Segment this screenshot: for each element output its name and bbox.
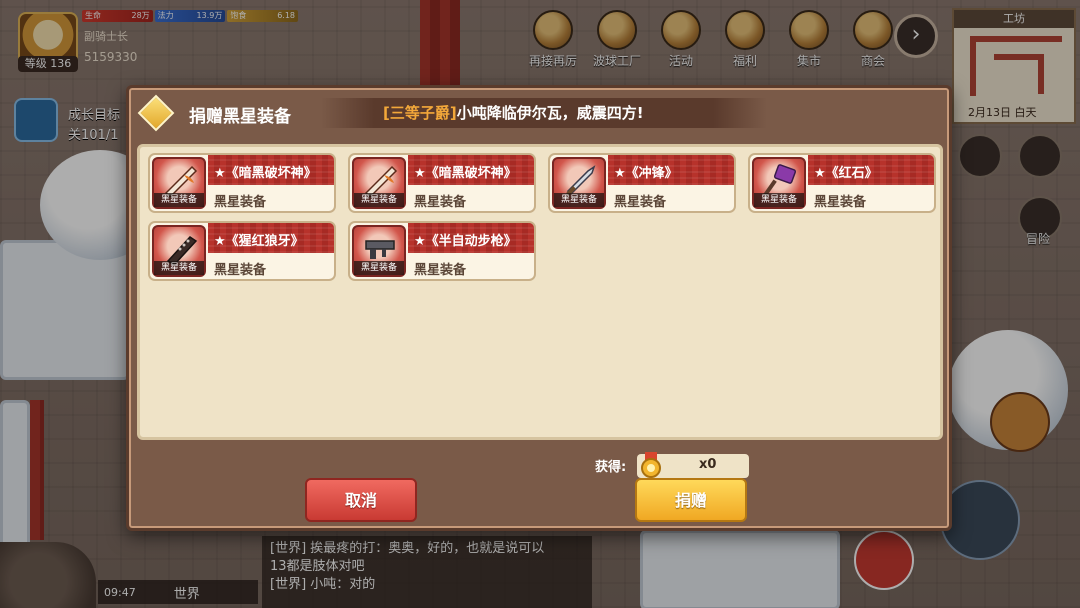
item-name: ★《猩红狼牙》 (214, 234, 304, 249)
item-name: ★《暗黑破坏神》 (214, 166, 317, 181)
equipment-card[interactable]: 黑星装备 ★《冲锋》 黑星装备 (548, 153, 736, 213)
item-name: ★《暗黑破坏神》 (414, 166, 517, 181)
announcement-tag: [三等子爵] (383, 104, 457, 122)
item-type: 黑星装备 (414, 263, 467, 278)
equipment-card[interactable]: 黑星装备 ★《暗黑破坏神》 黑星装备 (348, 153, 536, 213)
item-type: 黑星装备 (214, 195, 267, 210)
dialog-title: 捐赠黑星装备 (189, 107, 291, 127)
donate-button[interactable]: 捐赠 (635, 478, 747, 522)
gain-display: 获得: x0 (595, 452, 751, 478)
equipment-card[interactable]: 黑星装备 ★《半自动步枪》 黑星装备 (348, 221, 536, 281)
equipment-card[interactable]: 黑星装备 ★《红石》 黑星装备 (748, 153, 936, 213)
icon-tag: 黑星装备 (754, 193, 804, 207)
dialog-header: 捐赠黑星装备 [三等子爵]小吨降临伊尔瓦，威震四方! (133, 92, 945, 140)
flame-sword-icon: 黑星装备 (352, 157, 406, 209)
equipment-list: 黑星装备 ★《暗黑破坏神》 黑星装备 黑星装备 ★《暗黑破坏神》 黑星装备 黑星… (137, 144, 943, 440)
medal-icon (641, 452, 661, 478)
icon-tag: 黑星装备 (554, 193, 604, 207)
gain-label: 获得: (595, 460, 627, 475)
item-type: 黑星装备 (214, 263, 267, 278)
announcement-text: 小吨降临伊尔瓦，威震四方! (456, 104, 644, 122)
gain-box: x0 (637, 452, 749, 478)
item-type: 黑星装备 (614, 195, 667, 210)
gain-count: x0 (699, 457, 717, 472)
broadsword-icon: 黑星装备 (552, 157, 606, 209)
announcement-banner: [三等子爵]小吨降临伊尔瓦，威震四方! (321, 98, 767, 128)
donate-dialog: 捐赠黑星装备 [三等子爵]小吨降临伊尔瓦，威震四方! 黑星装备 ★《暗黑破坏神》… (126, 85, 952, 531)
icon-tag: 黑星装备 (354, 261, 404, 275)
icon-tag: 黑星装备 (154, 193, 204, 207)
item-type: 黑星装备 (414, 195, 467, 210)
rifle-icon: 黑星装备 (352, 225, 406, 277)
item-name: ★《冲锋》 (614, 166, 678, 181)
icon-tag: 黑星装备 (354, 193, 404, 207)
cancel-button[interactable]: 取消 (305, 478, 417, 522)
equipment-card[interactable]: 黑星装备 ★《暗黑破坏神》 黑星装备 (148, 153, 336, 213)
equipment-card[interactable]: 黑星装备 ★《猩红狼牙》 黑星装备 (148, 221, 336, 281)
hammer-icon: 黑星装备 (752, 157, 806, 209)
diamond-icon (137, 94, 175, 132)
item-grid: 黑星装备 ★《暗黑破坏神》 黑星装备 黑星装备 ★《暗黑破坏神》 黑星装备 黑星… (148, 153, 936, 281)
item-name: ★《红石》 (814, 166, 878, 181)
icon-tag: 黑星装备 (154, 261, 204, 275)
spiked-club-icon: 黑星装备 (152, 225, 206, 277)
flame-sword-icon: 黑星装备 (152, 157, 206, 209)
item-type: 黑星装备 (814, 195, 867, 210)
item-name: ★《半自动步枪》 (414, 234, 517, 249)
